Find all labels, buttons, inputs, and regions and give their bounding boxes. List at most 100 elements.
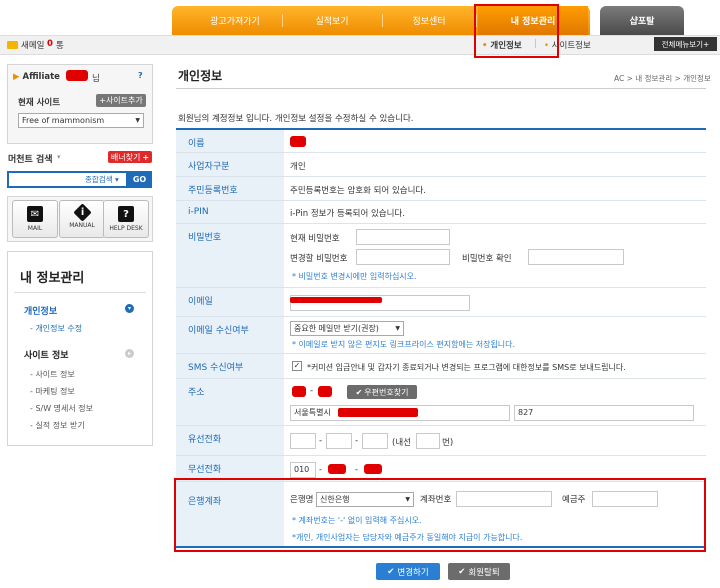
mobile-dash: - — [355, 465, 359, 475]
save-label: 변경하기 — [397, 567, 429, 578]
search-type-select[interactable]: 종합검색 ▾ — [85, 174, 119, 185]
address-line2-input[interactable]: 827 — [514, 405, 694, 421]
withdraw-button[interactable]: ✔ 회원탈퇴 — [448, 563, 510, 580]
mail-unit: 통 — [56, 41, 64, 51]
withdraw-label: 회원탈퇴 — [468, 567, 500, 578]
sms-checkbox[interactable]: ✓ — [292, 361, 302, 371]
email-receive-select[interactable]: 중요한 메일만 받기(권장) — [290, 321, 404, 336]
menu-site-sub-2[interactable]: - 마케팅 정보 — [30, 386, 75, 397]
all-menu-label: 전체메뉴보기 — [661, 39, 704, 49]
new-mail-label[interactable]: 새메일 — [21, 39, 44, 51]
tab-performance[interactable]: 실적보기 — [284, 6, 380, 35]
email-receive-value: 중요한 메일만 받기(권장) — [294, 324, 379, 333]
redacted-mark — [290, 136, 306, 147]
check-icon: ✔ — [458, 566, 466, 577]
row-ipin: i-PIN i-Pin 정보가 등록되어 있습니다. — [176, 201, 706, 224]
redacted-mark — [318, 386, 332, 397]
address-line1-value: 서울특별시 — [294, 408, 331, 417]
mail-shortcut-label: MAIL — [27, 225, 43, 232]
confirm-password-label: 비밀번호 확인 — [462, 254, 512, 264]
row-password: 비밀번호 현재 비밀번호 변경할 비밀번호 비밀번호 확인 * 비밀번호 변경시… — [176, 224, 706, 288]
menu-personal-info[interactable]: 개인정보 — [24, 304, 57, 317]
menu-site-sub-3[interactable]: - S/W 명세서 정보 — [30, 403, 93, 414]
check-icon: ✔ — [387, 566, 395, 577]
section-title: 내 정보관리 — [20, 271, 85, 286]
email-receive-note: * 이메일로 받지 않은 편지도 링크프라이스 편지함에는 저장됩니다. — [292, 340, 516, 349]
business-type-value: 개인 — [290, 162, 306, 172]
affiliate-label: ▶ Affiliate — [13, 72, 60, 82]
search-type-label: 종합검색 — [85, 175, 113, 184]
banner-search-button[interactable]: 배너찾기 + — [108, 151, 152, 163]
mail-icon — [7, 41, 18, 49]
current-password-input[interactable] — [356, 229, 450, 245]
zip-search-label: 우편번호찾기 — [364, 387, 409, 397]
row-label: 주민등록번호 — [176, 177, 284, 200]
row-label: 이름 — [176, 130, 284, 152]
all-menu-button[interactable]: 전체메뉴보기 + — [654, 37, 717, 51]
row-label: 사업자구분 — [176, 153, 284, 176]
save-button[interactable]: ✔ 변경하기 — [376, 563, 440, 580]
phone-part3-input[interactable] — [362, 433, 388, 449]
manual-icon: i — [72, 203, 92, 222]
mobile-prefix-value: 010 — [294, 465, 310, 474]
redacted-mark — [290, 297, 382, 303]
plus-icon: + — [142, 152, 150, 162]
add-site-label: +사이트추가 — [99, 96, 143, 105]
shop-portal-label: 샵포탈 — [629, 17, 655, 27]
menu-personal-info-edit[interactable]: - 개인정보 수정 — [30, 323, 82, 334]
confirm-password-input[interactable] — [528, 249, 624, 265]
tab-info-center[interactable]: 정보센터 — [384, 6, 474, 35]
menu-site-sub-1[interactable]: - 사이트 정보 — [30, 369, 75, 380]
breadcrumb: AC > 내 정보관리 > 개인정보 — [614, 74, 711, 83]
new-password-input[interactable] — [356, 249, 450, 265]
merchant-search-label: 머천트 검색 — [8, 155, 53, 165]
affiliate-suffix: 님 — [92, 74, 100, 84]
zip-search-button[interactable]: ✔ 우편번호찾기 — [347, 385, 417, 399]
zip-dash: - — [310, 386, 314, 396]
sub-navigation-bar: 새메일 0 통 • 개인정보 | • 사이트정보 전체메뉴보기 + — [0, 35, 720, 55]
tab-ad-get[interactable]: 광고가져가기 — [190, 6, 280, 35]
mobile-part1-input[interactable]: 010 — [290, 462, 316, 478]
row-email-receive: 이메일 수신여부 중요한 메일만 받기(권장) * 이메일로 받지 않은 편지도… — [176, 317, 706, 354]
extension-input[interactable] — [416, 433, 440, 449]
redacted-mark — [328, 464, 346, 474]
row-ssn: 주민등록번호 주민등록번호는 암호화 되어 있습니다. — [176, 177, 706, 201]
row-label: 이메일 수신여부 — [176, 317, 284, 353]
extension-open-label: (내선 — [392, 438, 411, 448]
search-go-button[interactable]: GO — [127, 171, 152, 188]
manual-shortcut[interactable]: i MANUAL — [59, 200, 105, 238]
help-desk-shortcut[interactable]: ? HELP DESK — [103, 200, 149, 238]
tab-label: 광고가져가기 — [210, 17, 260, 27]
row-sms: SMS 수신여부 ✓ *커미션 입금안내 및 갑자기 종료되거나 변경되는 프로… — [176, 354, 706, 379]
phone-part2-input[interactable] — [326, 433, 352, 449]
bullet-icon: ▶ — [13, 72, 23, 82]
affiliate-text: Affiliate — [22, 72, 60, 82]
row-label: i-PIN — [176, 201, 284, 223]
site-select[interactable]: Free of mammonism — [18, 113, 144, 128]
row-label: 유선전화 — [176, 426, 284, 455]
tab-label: 정보센터 — [412, 17, 446, 27]
row-business-type: 사업자구분 개인 — [176, 153, 706, 177]
check-icon: ✔ — [355, 387, 363, 397]
envelope-icon: ✉ — [27, 206, 43, 222]
page-title: 개인정보 — [178, 69, 223, 83]
merchant-search-input[interactable]: 종합검색 ▾ — [7, 171, 128, 188]
help-icon[interactable]: ? — [138, 71, 143, 80]
row-label: 비밀번호 — [176, 224, 284, 287]
plus-icon: + — [703, 39, 710, 49]
current-site-label: 현재 사이트 — [18, 98, 61, 108]
redacted-mark — [338, 408, 418, 417]
menu-label: S/W 명세서 정보 — [35, 404, 94, 413]
row-name: 이름 — [176, 130, 706, 153]
mail-shortcut[interactable]: ✉ MAIL — [12, 200, 58, 238]
title-divider — [176, 88, 706, 89]
row-phone: 유선전화 - - (내선 번) — [176, 426, 706, 456]
menu-site-info[interactable]: 사이트 정보 — [24, 348, 69, 361]
menu-label: 실적 정보 받기 — [35, 421, 85, 430]
redacted-mark — [364, 464, 382, 474]
nav-divider — [282, 14, 283, 27]
add-site-button[interactable]: +사이트추가 — [96, 94, 146, 107]
mail-count: 0 — [47, 39, 53, 49]
menu-site-sub-4[interactable]: - 실적 정보 받기 — [30, 420, 85, 431]
phone-part1-input[interactable] — [290, 433, 316, 449]
